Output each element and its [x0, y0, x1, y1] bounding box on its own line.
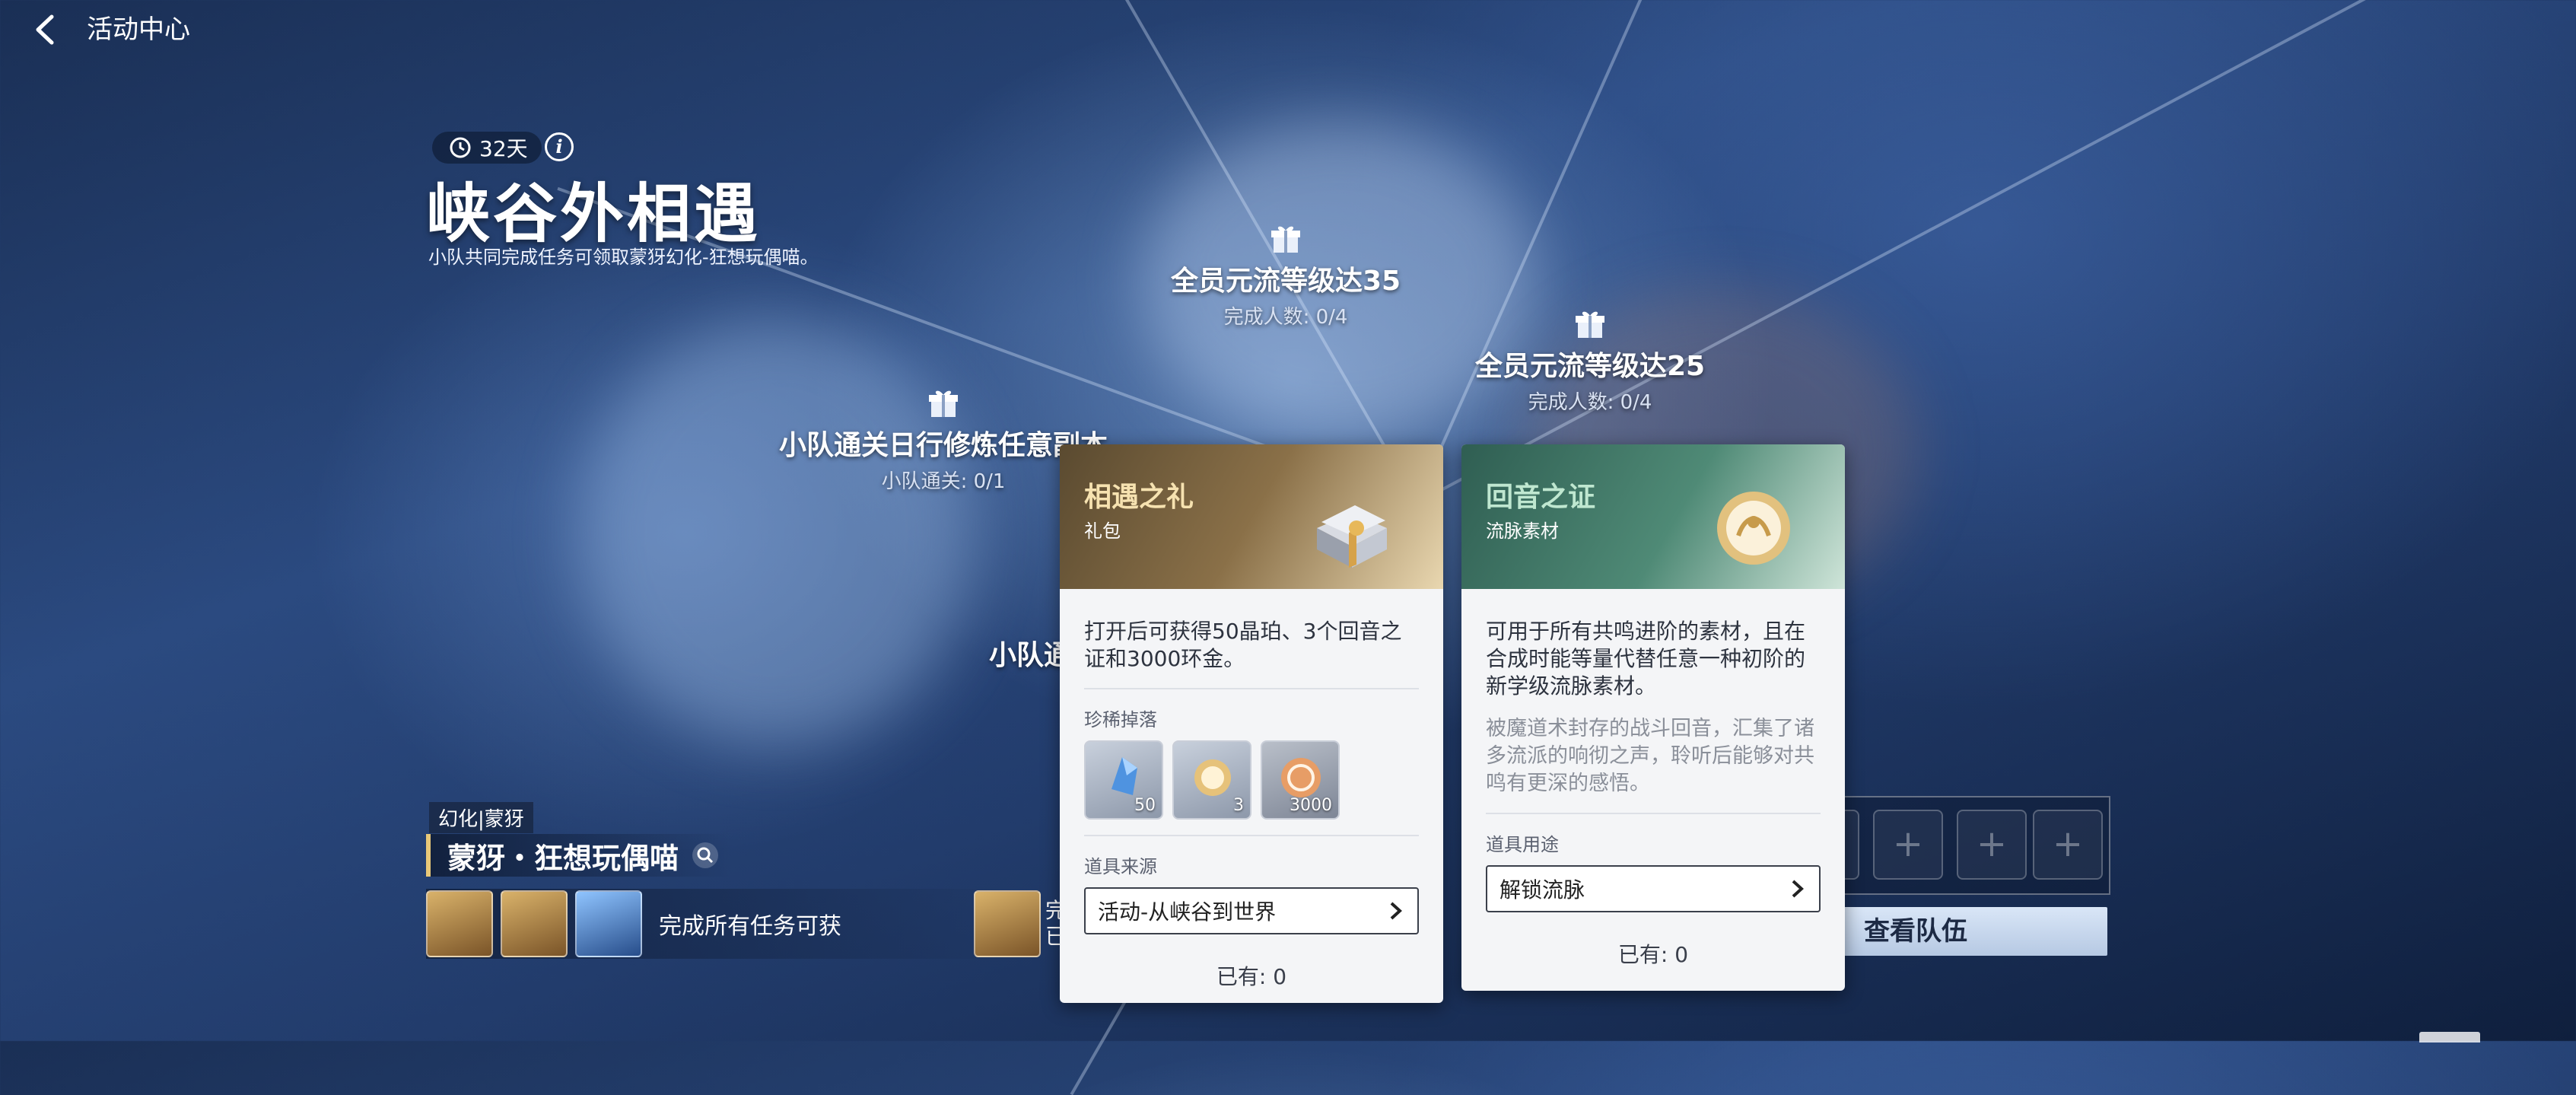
drop-item[interactable]: 50 — [1084, 740, 1163, 820]
owned-count: 已有: 0 — [1216, 964, 1287, 989]
divider — [1486, 813, 1821, 814]
drops-label: 珍稀掉落 — [1084, 709, 1157, 731]
source-label: 道具来源 — [1084, 856, 1157, 877]
item-lore: 被魔道术封存的战斗回音，汇集了诸多流派的响彻之声，聆听后能够对共鸣有更深的感悟。 — [1486, 717, 1814, 795]
gift-icon — [1576, 311, 1604, 338]
reward-item-effect[interactable] — [575, 890, 642, 957]
info-icon[interactable]: i — [545, 132, 574, 161]
reward-item-weapon[interactable] — [501, 890, 568, 957]
gift-icon — [929, 390, 958, 417]
header-title: 活动中心 — [87, 14, 190, 45]
item-type: 流脉素材 — [1486, 520, 1559, 542]
chevron-right-icon — [1792, 880, 1804, 898]
task-node[interactable]: 全员元流等级达35 完成人数: 0/4 — [1156, 222, 1415, 329]
reward-text: 完成所有任务可获 — [659, 913, 841, 940]
item-use-button[interactable]: 解锁流脉 — [1486, 865, 1821, 912]
team-slot[interactable]: + — [2033, 810, 2103, 880]
echo-proof-icon — [1717, 492, 1790, 565]
skin-tag: 幻化|蒙犽 — [429, 802, 533, 833]
drops-list: 50 3 3000 — [1084, 740, 1419, 820]
event-subtitle: 小队共同完成任务可领取蒙犽幻化-狂想玩偶喵。 — [428, 247, 819, 268]
view-team-button[interactable]: 查看队伍 — [1811, 907, 2107, 956]
item-name: 回音之证 — [1486, 482, 1596, 513]
use-text: 解锁流脉 — [1499, 877, 1585, 902]
task-reward-item[interactable] — [974, 890, 1041, 957]
drop-qty: 3000 — [1290, 796, 1332, 815]
drop-item[interactable]: 3 — [1172, 740, 1251, 820]
gift-icon — [1271, 226, 1300, 253]
task-title: 小队通 — [989, 640, 1072, 671]
source-text: 活动-从峡谷到世界 — [1098, 899, 1277, 925]
skin-name-text: 蒙犽・狂想玩偶喵 — [447, 841, 679, 875]
clock-icon — [450, 137, 471, 158]
task-node[interactable]: 小队通 — [989, 633, 1071, 673]
task-node[interactable]: 全员元流等级达25 完成人数: 0/4 — [1461, 307, 1719, 415]
task-title: 全员元流等级达25 — [1474, 351, 1706, 382]
character-silhouette — [578, 320, 974, 746]
event-title: 峡谷外相遇 — [426, 177, 762, 251]
card-header: 相遇之礼 礼包 — [1060, 444, 1443, 589]
zoom-icon[interactable] — [691, 841, 720, 870]
timer-text: 32天 — [479, 136, 528, 161]
reward-row: 完成所有任务可获 — [426, 889, 1019, 959]
item-card-gift: 相遇之礼 礼包 打开后可获得50晶珀、3个回音之证和3000环金。 珍稀掉落 5… — [1060, 444, 1443, 1003]
card-header: 回音之证 流脉素材 — [1461, 444, 1845, 589]
divider — [1084, 688, 1419, 689]
back-button[interactable] — [29, 11, 67, 49]
reward-item-avatar[interactable] — [426, 890, 493, 957]
divider — [1084, 835, 1419, 836]
owned-count: 已有: 0 — [1617, 942, 1689, 967]
team-slots: + + + + — [1789, 796, 2110, 895]
gift-box-icon — [1317, 505, 1387, 568]
drop-qty: 3 — [1233, 796, 1244, 815]
item-card-echo: 回音之证 流脉素材 可用于所有共鸣进阶的素材，且在合成时能等量代替任意一种初阶的… — [1461, 444, 1845, 991]
item-description: 可用于所有共鸣进阶的素材，且在合成时能等量代替任意一种初阶的新学级流脉素材。 — [1486, 619, 1806, 699]
task-title: 全员元流等级达35 — [1170, 266, 1401, 297]
skin-name: 蒙犽・狂想玩偶喵 — [426, 834, 731, 877]
drop-item[interactable]: 3000 — [1261, 740, 1340, 820]
item-type: 礼包 — [1084, 520, 1121, 542]
event-timer: 32天 — [432, 132, 542, 164]
item-name: 相遇之礼 — [1084, 482, 1194, 513]
task-progress: 完成人数: 0/4 — [1223, 306, 1348, 329]
echo-proof-icon — [1194, 759, 1231, 796]
team-slot[interactable]: + — [1957, 810, 2027, 880]
drop-qty: 50 — [1134, 796, 1156, 815]
item-source-button[interactable]: 活动-从峡谷到世界 — [1084, 887, 1419, 934]
item-description: 打开后可获得50晶珀、3个回音之证和3000环金。 — [1084, 619, 1402, 671]
use-label: 道具用途 — [1486, 834, 1559, 855]
team-slot[interactable]: + — [1873, 810, 1943, 880]
chevron-right-icon — [1390, 902, 1402, 920]
task-progress: 完成人数: 0/4 — [1528, 391, 1652, 414]
back-arrow-icon — [36, 14, 54, 45]
